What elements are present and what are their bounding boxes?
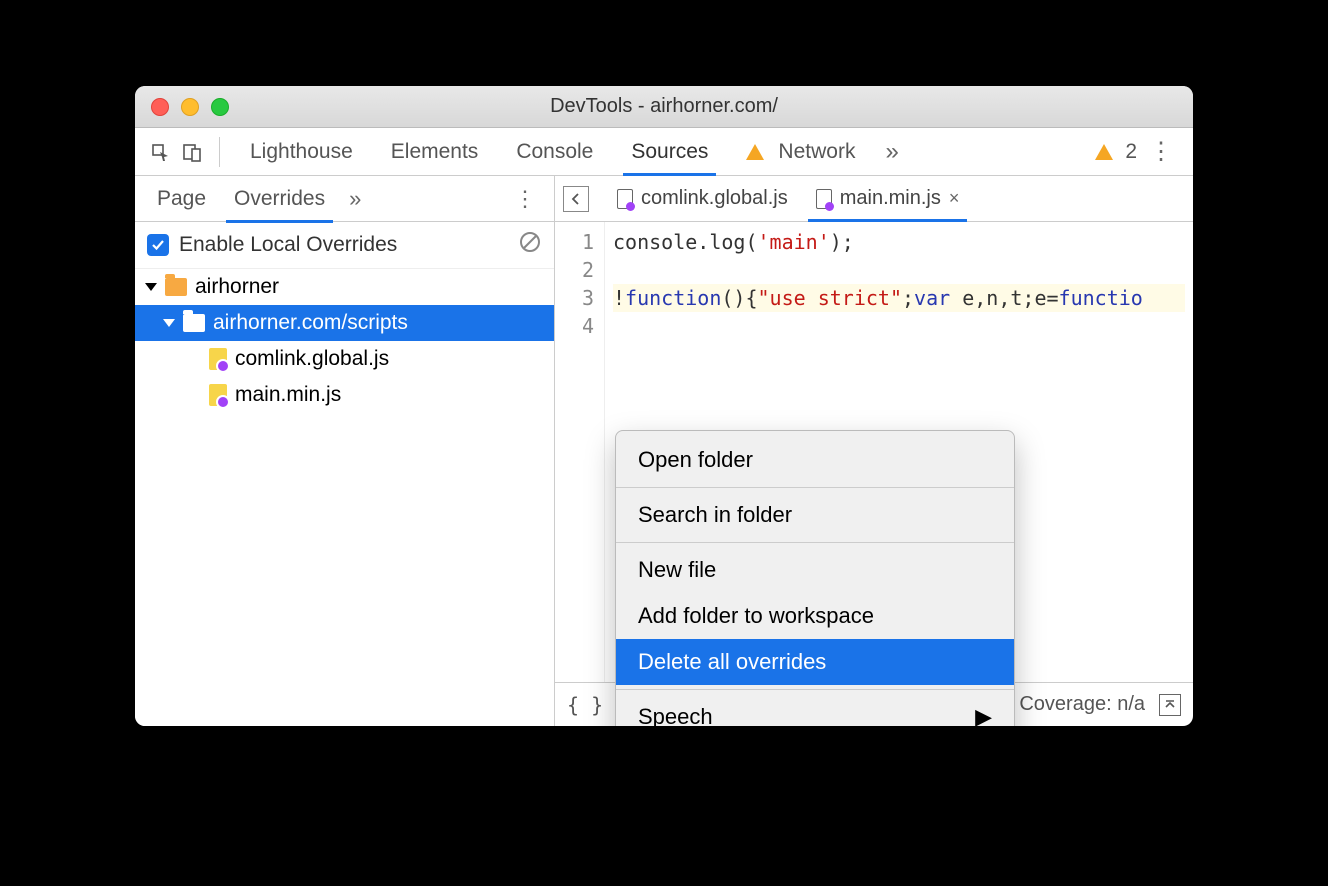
context-menu-item-label: Search in folder xyxy=(638,502,792,528)
tab-network-label: Network xyxy=(778,140,855,164)
enable-overrides-row: Enable Local Overrides xyxy=(135,222,554,269)
collapse-icon[interactable] xyxy=(1159,694,1181,716)
warning-icon xyxy=(1095,144,1113,160)
js-file-icon xyxy=(209,348,227,370)
tree-folder[interactable]: airhorner.com/scripts xyxy=(135,305,554,341)
folder-icon xyxy=(183,314,205,332)
side-tab-page[interactable]: Page xyxy=(143,177,220,221)
tab-sources[interactable]: Sources xyxy=(613,130,726,174)
settings-kebab[interactable]: ⋮ xyxy=(1139,131,1183,172)
caret-down-icon xyxy=(163,319,175,327)
js-file-icon xyxy=(617,189,633,209)
gutter: 1234 xyxy=(555,222,605,682)
js-file-icon xyxy=(209,384,227,406)
close-tab-icon[interactable]: × xyxy=(949,188,960,209)
tree-file[interactable]: main.min.js xyxy=(135,377,554,413)
side-tabs-overflow[interactable]: » xyxy=(339,180,371,218)
context-menu: Open folder Search in folder New file Add f… xyxy=(615,430,1015,726)
editor-tab[interactable]: comlink.global.js xyxy=(603,177,802,220)
clear-overrides-icon[interactable] xyxy=(518,230,542,260)
editor-tab[interactable]: main.min.js × xyxy=(802,177,974,220)
folder-icon xyxy=(165,278,187,296)
warning-count: 2 xyxy=(1125,140,1137,164)
context-menu-item-label: Delete all overrides xyxy=(638,649,826,675)
window-title: DevTools - airhorner.com/ xyxy=(135,95,1193,118)
context-menu-item[interactable]: Speech ▶ xyxy=(616,694,1014,726)
divider xyxy=(219,137,220,167)
warnings-badge[interactable]: 2 xyxy=(1095,140,1137,164)
tab-elements[interactable]: Elements xyxy=(373,130,497,174)
minimize-window-button[interactable] xyxy=(181,98,199,116)
context-menu-separator xyxy=(616,542,1014,543)
main-toolbar: Lighthouse Elements Console Sources Netw… xyxy=(135,128,1193,176)
js-file-icon xyxy=(816,189,832,209)
coverage-label: Coverage: n/a xyxy=(1019,693,1145,716)
submenu-arrow-icon: ▶ xyxy=(975,704,992,726)
format-icon[interactable]: { } xyxy=(567,693,603,717)
tree-root-label: airhorner xyxy=(195,275,279,299)
editor-tab-label: comlink.global.js xyxy=(641,187,788,210)
warning-icon xyxy=(746,144,764,160)
toggle-navigator-icon[interactable] xyxy=(563,186,589,212)
context-menu-separator xyxy=(616,689,1014,690)
context-menu-item-label: Open folder xyxy=(638,447,753,473)
tab-network[interactable]: Network xyxy=(728,130,873,174)
zoom-window-button[interactable] xyxy=(211,98,229,116)
editor-tabs: comlink.global.js main.min.js × xyxy=(555,176,1193,222)
caret-down-icon xyxy=(145,283,157,291)
devtools-window: DevTools - airhorner.com/ Lighthouse Ele… xyxy=(135,86,1193,726)
sources-sidebar: Page Overrides » ⋮ Enable Local Override… xyxy=(135,176,555,726)
tab-lighthouse[interactable]: Lighthouse xyxy=(232,130,371,174)
file-tree: airhorner airhorner.com/scripts comlink.… xyxy=(135,269,554,726)
close-window-button[interactable] xyxy=(151,98,169,116)
sidebar-tabs: Page Overrides » ⋮ xyxy=(135,176,554,222)
context-menu-item[interactable]: Add folder to workspace xyxy=(616,593,1014,639)
context-menu-item[interactable]: Open folder xyxy=(616,437,1014,483)
titlebar: DevTools - airhorner.com/ xyxy=(135,86,1193,128)
traffic-lights xyxy=(135,98,229,116)
tree-root[interactable]: airhorner xyxy=(135,269,554,305)
context-menu-item-label: New file xyxy=(638,557,716,583)
tree-file-label: main.min.js xyxy=(235,383,341,407)
context-menu-item[interactable]: New file xyxy=(616,547,1014,593)
context-menu-item-label: Speech xyxy=(638,704,713,726)
context-menu-item[interactable]: Search in folder xyxy=(616,492,1014,538)
tree-file[interactable]: comlink.global.js xyxy=(135,341,554,377)
context-menu-item-label: Add folder to workspace xyxy=(638,603,874,629)
side-tab-overrides[interactable]: Overrides xyxy=(220,177,339,221)
device-toggle-icon[interactable] xyxy=(177,137,207,167)
enable-overrides-label: Enable Local Overrides xyxy=(179,233,397,257)
tree-folder-label: airhorner.com/scripts xyxy=(213,311,408,335)
context-menu-item[interactable]: Delete all overrides xyxy=(616,639,1014,685)
tab-console[interactable]: Console xyxy=(498,130,611,174)
tree-file-label: comlink.global.js xyxy=(235,347,389,371)
enable-overrides-checkbox[interactable] xyxy=(147,234,169,256)
editor-tab-label: main.min.js xyxy=(840,187,941,210)
sidebar-kebab[interactable]: ⋮ xyxy=(504,182,546,216)
context-menu-separator xyxy=(616,487,1014,488)
inspect-icon[interactable] xyxy=(145,137,175,167)
tabs-overflow-button[interactable]: » xyxy=(875,132,908,172)
